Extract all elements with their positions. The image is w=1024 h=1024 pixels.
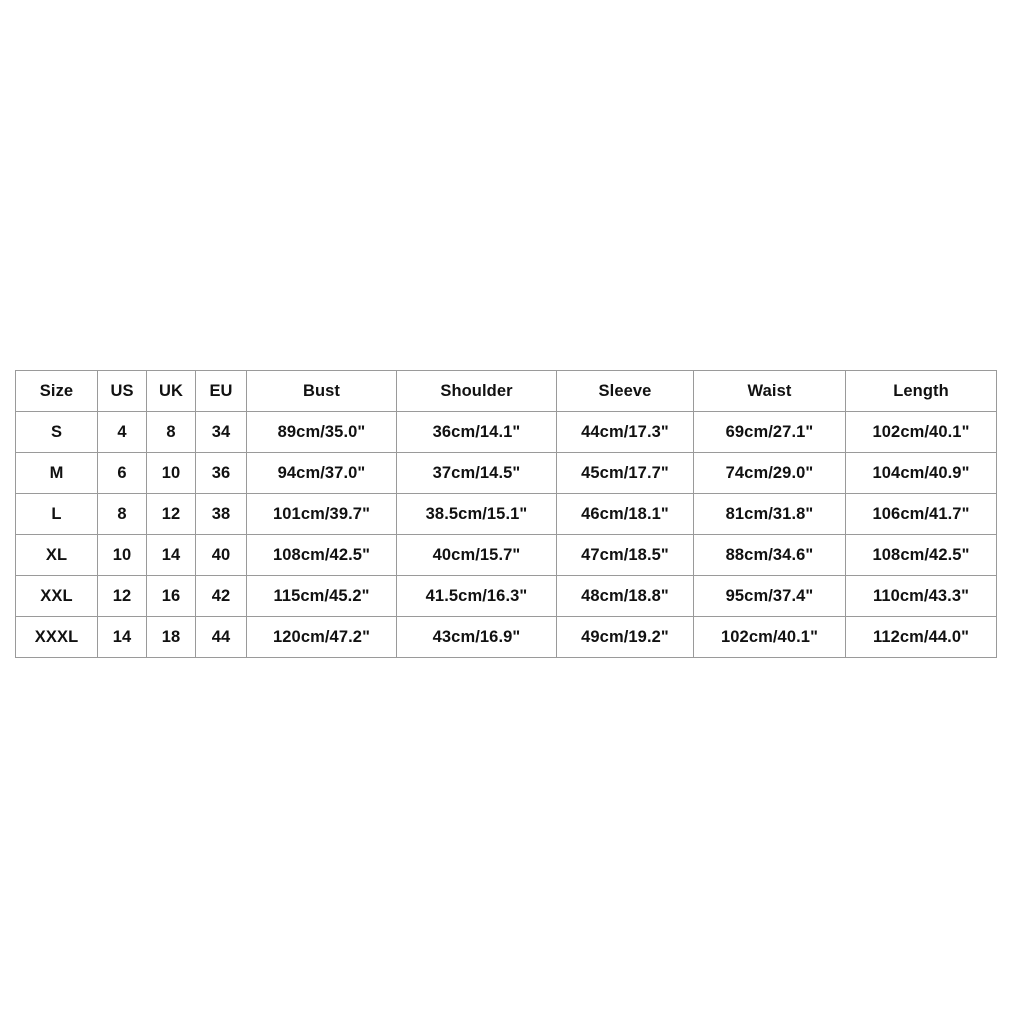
cell-us: 4 <box>97 411 147 453</box>
cell-us: 14 <box>97 616 147 658</box>
cell-waist: 102cm/40.1" <box>693 616 846 658</box>
cell-size: M <box>15 452 98 494</box>
cell-eu: 40 <box>195 534 247 576</box>
cell-shoulder: 40cm/15.7" <box>396 534 557 576</box>
cell-bust: 115cm/45.2" <box>246 575 397 617</box>
table-row: L 8 12 38 101cm/39.7" 38.5cm/15.1" 46cm/… <box>15 493 997 535</box>
column-header-uk: UK <box>146 370 196 412</box>
cell-bust: 120cm/47.2" <box>246 616 397 658</box>
cell-waist: 81cm/31.8" <box>693 493 846 535</box>
cell-bust: 108cm/42.5" <box>246 534 397 576</box>
cell-waist: 88cm/34.6" <box>693 534 846 576</box>
cell-uk: 18 <box>146 616 196 658</box>
cell-sleeve: 47cm/18.5" <box>556 534 694 576</box>
cell-waist: 69cm/27.1" <box>693 411 846 453</box>
cell-size: L <box>15 493 98 535</box>
cell-eu: 34 <box>195 411 247 453</box>
cell-length: 104cm/40.9" <box>845 452 997 494</box>
cell-shoulder: 43cm/16.9" <box>396 616 557 658</box>
cell-length: 108cm/42.5" <box>845 534 997 576</box>
cell-shoulder: 38.5cm/15.1" <box>396 493 557 535</box>
cell-waist: 74cm/29.0" <box>693 452 846 494</box>
cell-us: 12 <box>97 575 147 617</box>
cell-uk: 10 <box>146 452 196 494</box>
cell-size: XL <box>15 534 98 576</box>
cell-sleeve: 44cm/17.3" <box>556 411 694 453</box>
column-header-bust: Bust <box>246 370 397 412</box>
size-chart-table: Size US UK EU Bust Shoulder Sleeve Waist… <box>15 370 997 658</box>
cell-sleeve: 46cm/18.1" <box>556 493 694 535</box>
column-header-sleeve: Sleeve <box>556 370 694 412</box>
cell-length: 106cm/41.7" <box>845 493 997 535</box>
cell-shoulder: 41.5cm/16.3" <box>396 575 557 617</box>
cell-eu: 44 <box>195 616 247 658</box>
column-header-eu: EU <box>195 370 247 412</box>
column-header-us: US <box>97 370 147 412</box>
cell-us: 6 <box>97 452 147 494</box>
cell-eu: 42 <box>195 575 247 617</box>
cell-length: 102cm/40.1" <box>845 411 997 453</box>
size-chart-container: Size US UK EU Bust Shoulder Sleeve Waist… <box>15 370 997 658</box>
column-header-waist: Waist <box>693 370 846 412</box>
cell-sleeve: 45cm/17.7" <box>556 452 694 494</box>
table-header-row: Size US UK EU Bust Shoulder Sleeve Waist… <box>15 370 997 412</box>
cell-size: XXXL <box>15 616 98 658</box>
cell-uk: 12 <box>146 493 196 535</box>
cell-bust: 89cm/35.0" <box>246 411 397 453</box>
cell-sleeve: 49cm/19.2" <box>556 616 694 658</box>
cell-us: 10 <box>97 534 147 576</box>
cell-eu: 38 <box>195 493 247 535</box>
table-row: XXXL 14 18 44 120cm/47.2" 43cm/16.9" 49c… <box>15 616 997 658</box>
cell-size: XXL <box>15 575 98 617</box>
table-row: M 6 10 36 94cm/37.0" 37cm/14.5" 45cm/17.… <box>15 452 997 494</box>
cell-us: 8 <box>97 493 147 535</box>
cell-length: 112cm/44.0" <box>845 616 997 658</box>
cell-waist: 95cm/37.4" <box>693 575 846 617</box>
cell-shoulder: 36cm/14.1" <box>396 411 557 453</box>
column-header-length: Length <box>845 370 997 412</box>
cell-uk: 16 <box>146 575 196 617</box>
cell-uk: 14 <box>146 534 196 576</box>
table-row: XL 10 14 40 108cm/42.5" 40cm/15.7" 47cm/… <box>15 534 997 576</box>
cell-size: S <box>15 411 98 453</box>
column-header-size: Size <box>15 370 98 412</box>
cell-uk: 8 <box>146 411 196 453</box>
cell-bust: 101cm/39.7" <box>246 493 397 535</box>
table-row: S 4 8 34 89cm/35.0" 36cm/14.1" 44cm/17.3… <box>15 411 997 453</box>
cell-length: 110cm/43.3" <box>845 575 997 617</box>
table-row: XXL 12 16 42 115cm/45.2" 41.5cm/16.3" 48… <box>15 575 997 617</box>
column-header-shoulder: Shoulder <box>396 370 557 412</box>
cell-bust: 94cm/37.0" <box>246 452 397 494</box>
cell-shoulder: 37cm/14.5" <box>396 452 557 494</box>
cell-sleeve: 48cm/18.8" <box>556 575 694 617</box>
cell-eu: 36 <box>195 452 247 494</box>
